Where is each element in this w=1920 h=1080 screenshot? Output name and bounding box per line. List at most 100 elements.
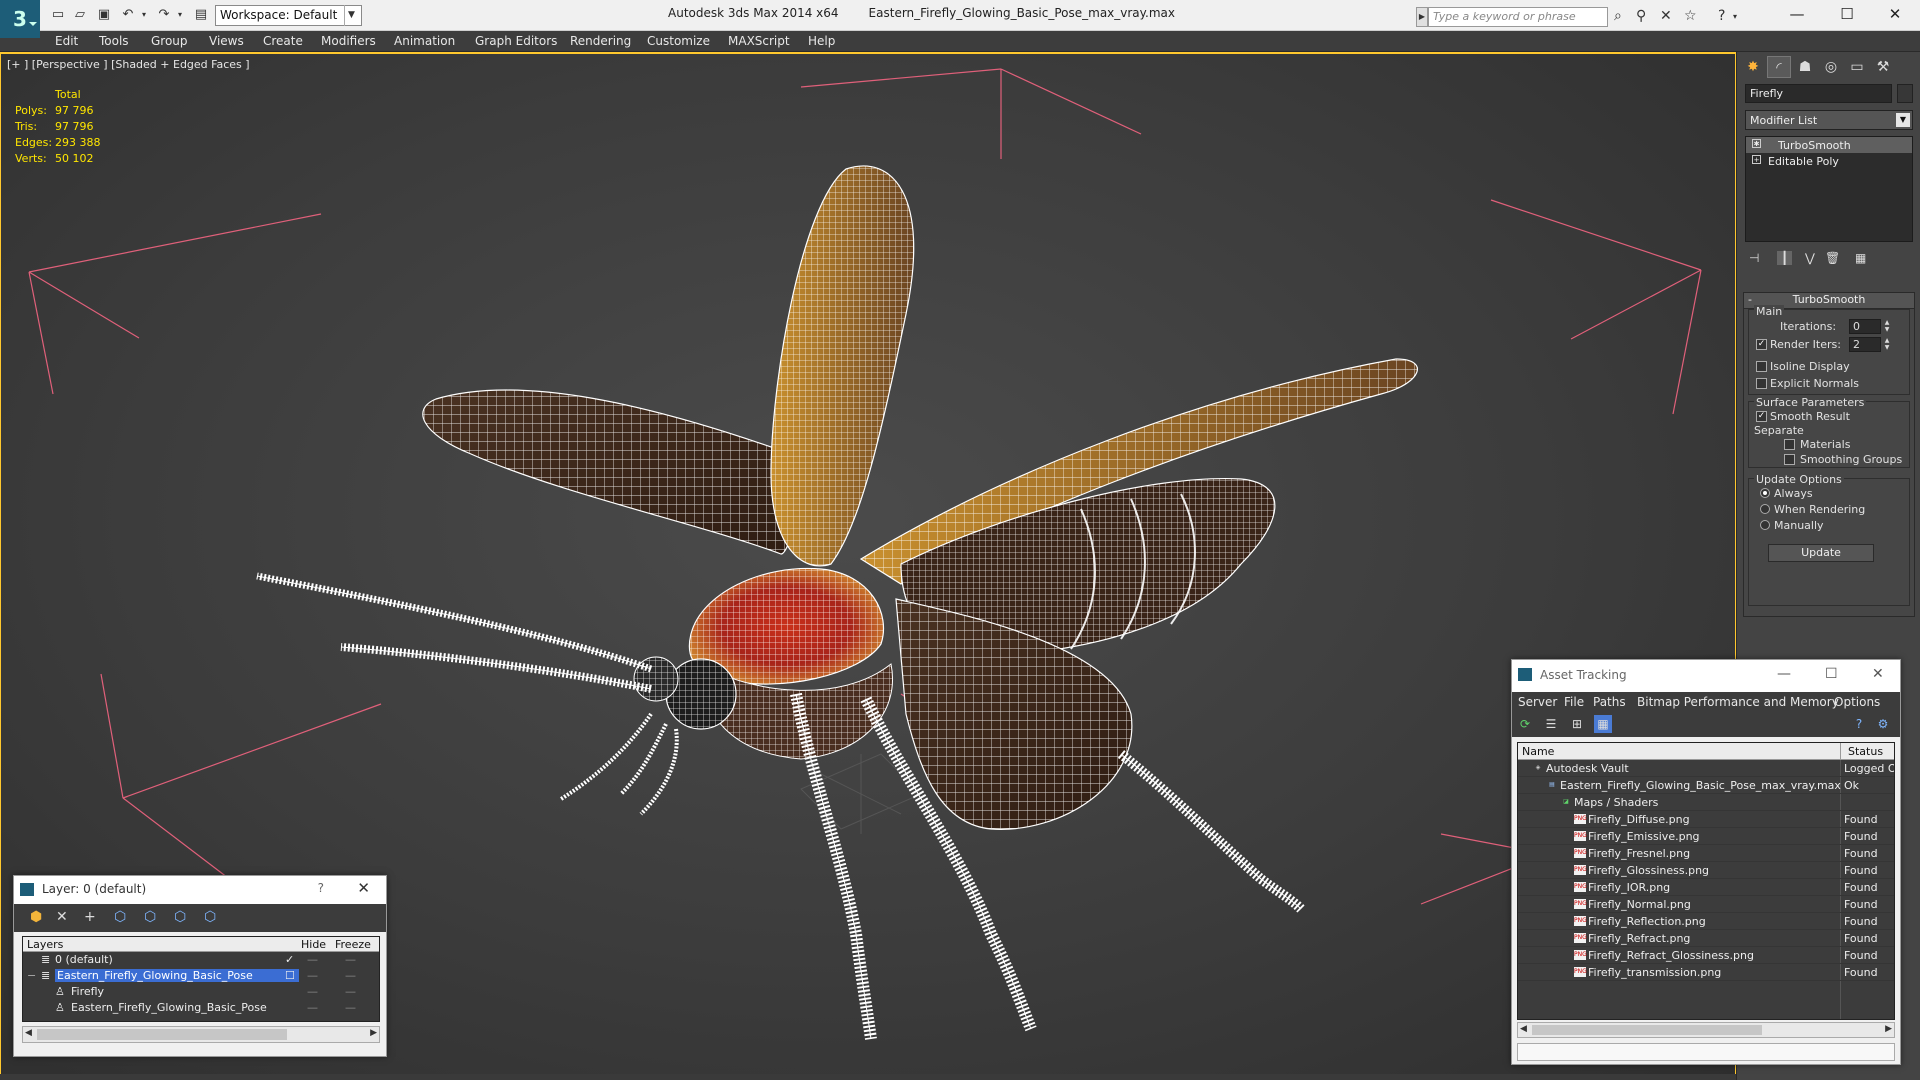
asset-row[interactable]: PNG Firefly_IOR.png Found xyxy=(1518,879,1894,896)
collapse-icon[interactable]: − xyxy=(27,969,36,982)
redo-dropdown-icon[interactable]: ▾ xyxy=(172,8,188,22)
freeze-toggle[interactable]: — xyxy=(345,953,356,966)
help-icon[interactable]: ? xyxy=(1718,8,1725,24)
search-input[interactable]: Type a keyword or phrase xyxy=(1428,7,1608,27)
update-when-rendering-radio[interactable] xyxy=(1760,504,1770,514)
workspace-dropdown[interactable]: Workspace: Default xyxy=(215,5,362,26)
update-manually-radio[interactable] xyxy=(1760,520,1770,530)
undo-icon[interactable]: ↶ xyxy=(120,8,136,22)
utilities-tab-icon[interactable]: ⚒ xyxy=(1871,56,1895,78)
configure-sets-icon[interactable]: ▦ xyxy=(1855,251,1866,265)
layer-row[interactable]: − ≣ Eastern_Firefly_Glowing_Basic_Pose ☐… xyxy=(23,968,379,984)
menu-views[interactable]: Views xyxy=(209,34,244,48)
scrollbar-thumb[interactable] xyxy=(37,1029,287,1040)
display-tab-icon[interactable]: ▭ xyxy=(1845,56,1869,78)
select-objects-icon[interactable]: ⬡ xyxy=(114,909,126,925)
minimize-icon[interactable]: — xyxy=(1777,666,1791,682)
close-icon[interactable]: ✕ xyxy=(357,879,370,897)
scroll-left-icon[interactable]: ◀ xyxy=(1520,1024,1527,1034)
maximize-button[interactable]: ☐ xyxy=(1824,2,1870,28)
isoline-display-checkbox[interactable] xyxy=(1756,361,1767,372)
minimize-button[interactable]: — xyxy=(1774,2,1820,28)
asset-row[interactable]: ▤ Eastern_Firefly_Glowing_Basic_Pose_max_… xyxy=(1518,777,1894,794)
create-tab-icon[interactable]: ✸ xyxy=(1741,56,1765,78)
new-file-icon[interactable]: ▭ xyxy=(50,8,66,22)
help-dropdown-icon[interactable]: ▾ xyxy=(1733,12,1737,21)
col-name[interactable]: Name xyxy=(1522,745,1554,758)
hide-toggle[interactable]: — xyxy=(307,1001,318,1014)
subscription-icon[interactable]: ⚲ xyxy=(1636,8,1646,24)
project-folder-icon[interactable]: ▤ xyxy=(193,8,209,22)
add-to-layer-icon[interactable]: + xyxy=(84,909,96,925)
workspace-dropdown-arrow-icon[interactable]: ▼ xyxy=(344,5,358,26)
tree-view-icon[interactable]: ⊞ xyxy=(1568,715,1586,733)
favorites-star-icon[interactable]: ☆ xyxy=(1684,8,1697,24)
open-file-icon[interactable]: ▱ xyxy=(72,8,88,22)
layer-row[interactable]: ♙ Firefly — — xyxy=(23,984,379,1000)
freeze-toggle[interactable]: — xyxy=(345,985,356,998)
motion-tab-icon[interactable]: ◎ xyxy=(1819,56,1843,78)
remove-modifier-icon[interactable]: 🗑 xyxy=(1825,251,1840,265)
app-logo-button[interactable]: 3 xyxy=(0,0,40,38)
scroll-right-icon[interactable]: ▶ xyxy=(370,1028,377,1038)
highlight-layer-icon[interactable]: ⬡ xyxy=(144,909,156,925)
hide-all-icon[interactable]: ⬡ xyxy=(174,909,186,925)
freeze-toggle[interactable]: — xyxy=(345,1001,356,1014)
menu-server[interactable]: Server xyxy=(1518,695,1557,709)
render-iters-checkbox[interactable]: ✓ xyxy=(1756,339,1767,350)
lightbulb-icon[interactable]: ✱ xyxy=(1752,139,1761,148)
create-layer-icon[interactable]: ⬢ xyxy=(30,909,42,925)
checkmark-icon[interactable]: ✓ xyxy=(285,953,294,966)
menu-edit[interactable]: Edit xyxy=(55,34,78,48)
asset-row[interactable]: PNG Firefly_Reflection.png Found xyxy=(1518,913,1894,930)
modifier-list-dropdown[interactable]: Modifier List ▼ xyxy=(1745,110,1913,130)
render-iters-spinner-arrows-icon[interactable]: ▲ ▼ xyxy=(1883,337,1891,352)
asset-horizontal-scrollbar[interactable]: ◀ ▶ xyxy=(1517,1022,1895,1038)
menu-group[interactable]: Group xyxy=(151,34,188,48)
stack-item-turbosmooth[interactable]: ✱ TurboSmooth xyxy=(1746,137,1912,153)
binoculars-icon[interactable]: ⌕ xyxy=(1614,8,1622,24)
stack-item-editable-poly[interactable]: + Editable Poly xyxy=(1746,153,1912,169)
asset-row[interactable]: PNG Firefly_Fresnel.png Found xyxy=(1518,845,1894,862)
asset-row[interactable]: PNG Firefly_Normal.png Found xyxy=(1518,896,1894,913)
show-end-result-icon[interactable]: ┃ xyxy=(1777,251,1793,265)
scroll-right-icon[interactable]: ▶ xyxy=(1885,1024,1892,1034)
asset-row[interactable]: ◪ Maps / Shaders xyxy=(1518,794,1894,811)
menu-rendering[interactable]: Rendering xyxy=(570,34,631,48)
context-help-icon[interactable]: ⚙ xyxy=(1874,715,1892,733)
layer-row[interactable]: ♙ Eastern_Firefly_Glowing_Basic_Pose — — xyxy=(23,1000,379,1016)
col-layers[interactable]: Layers xyxy=(27,938,63,951)
iterations-spinner[interactable]: 0 xyxy=(1849,319,1881,334)
layer-dialog-title-bar[interactable]: Layer: 0 (default) ? ✕ xyxy=(14,876,386,904)
expand-plus-icon[interactable]: + xyxy=(1752,155,1761,164)
render-iters-spinner[interactable]: 2 xyxy=(1849,337,1881,352)
hide-toggle[interactable]: — xyxy=(307,969,318,982)
menu-paths[interactable]: Paths xyxy=(1593,695,1626,709)
menu-bitmap-performance[interactable]: Bitmap Performance and Memory xyxy=(1637,695,1839,709)
close-icon[interactable]: ✕ xyxy=(1872,666,1884,682)
hierarchy-tab-icon[interactable]: ☗ xyxy=(1793,56,1817,78)
explicit-normals-checkbox[interactable] xyxy=(1756,378,1767,389)
scrollbar-thumb[interactable] xyxy=(1532,1025,1762,1035)
layer-row[interactable]: ≣ 0 (default) ✓ — — xyxy=(23,952,379,968)
make-unique-icon[interactable]: ⋁ xyxy=(1805,251,1815,265)
menu-maxscript[interactable]: MAXScript xyxy=(728,34,790,48)
delete-layer-icon[interactable]: ✕ xyxy=(56,909,68,925)
save-file-icon[interactable]: ▣ xyxy=(96,8,112,22)
menu-help[interactable]: Help xyxy=(808,34,835,48)
asset-row[interactable]: PNG Firefly_Glossiness.png Found xyxy=(1518,862,1894,879)
menu-animation[interactable]: Animation xyxy=(394,34,455,48)
redo-icon[interactable]: ↷ xyxy=(156,8,172,22)
smooth-result-checkbox[interactable]: ✓ xyxy=(1756,411,1767,422)
separate-materials-checkbox[interactable] xyxy=(1784,439,1795,450)
menu-tools[interactable]: Tools xyxy=(99,34,129,48)
modify-tab-icon[interactable]: ◜ xyxy=(1767,56,1791,78)
table-view-icon[interactable]: ▦ xyxy=(1594,715,1612,733)
asset-row[interactable]: PNG Firefly_transmission.png Found xyxy=(1518,964,1894,981)
help-icon[interactable]: ? xyxy=(1850,715,1868,733)
object-color-swatch[interactable] xyxy=(1897,84,1913,103)
layer-horizontal-scrollbar[interactable]: ◀ ▶ xyxy=(22,1026,380,1043)
scroll-left-icon[interactable]: ◀ xyxy=(25,1028,32,1038)
asset-row[interactable]: PNG Firefly_Emissive.png Found xyxy=(1518,828,1894,845)
col-status[interactable]: Status xyxy=(1848,745,1883,758)
